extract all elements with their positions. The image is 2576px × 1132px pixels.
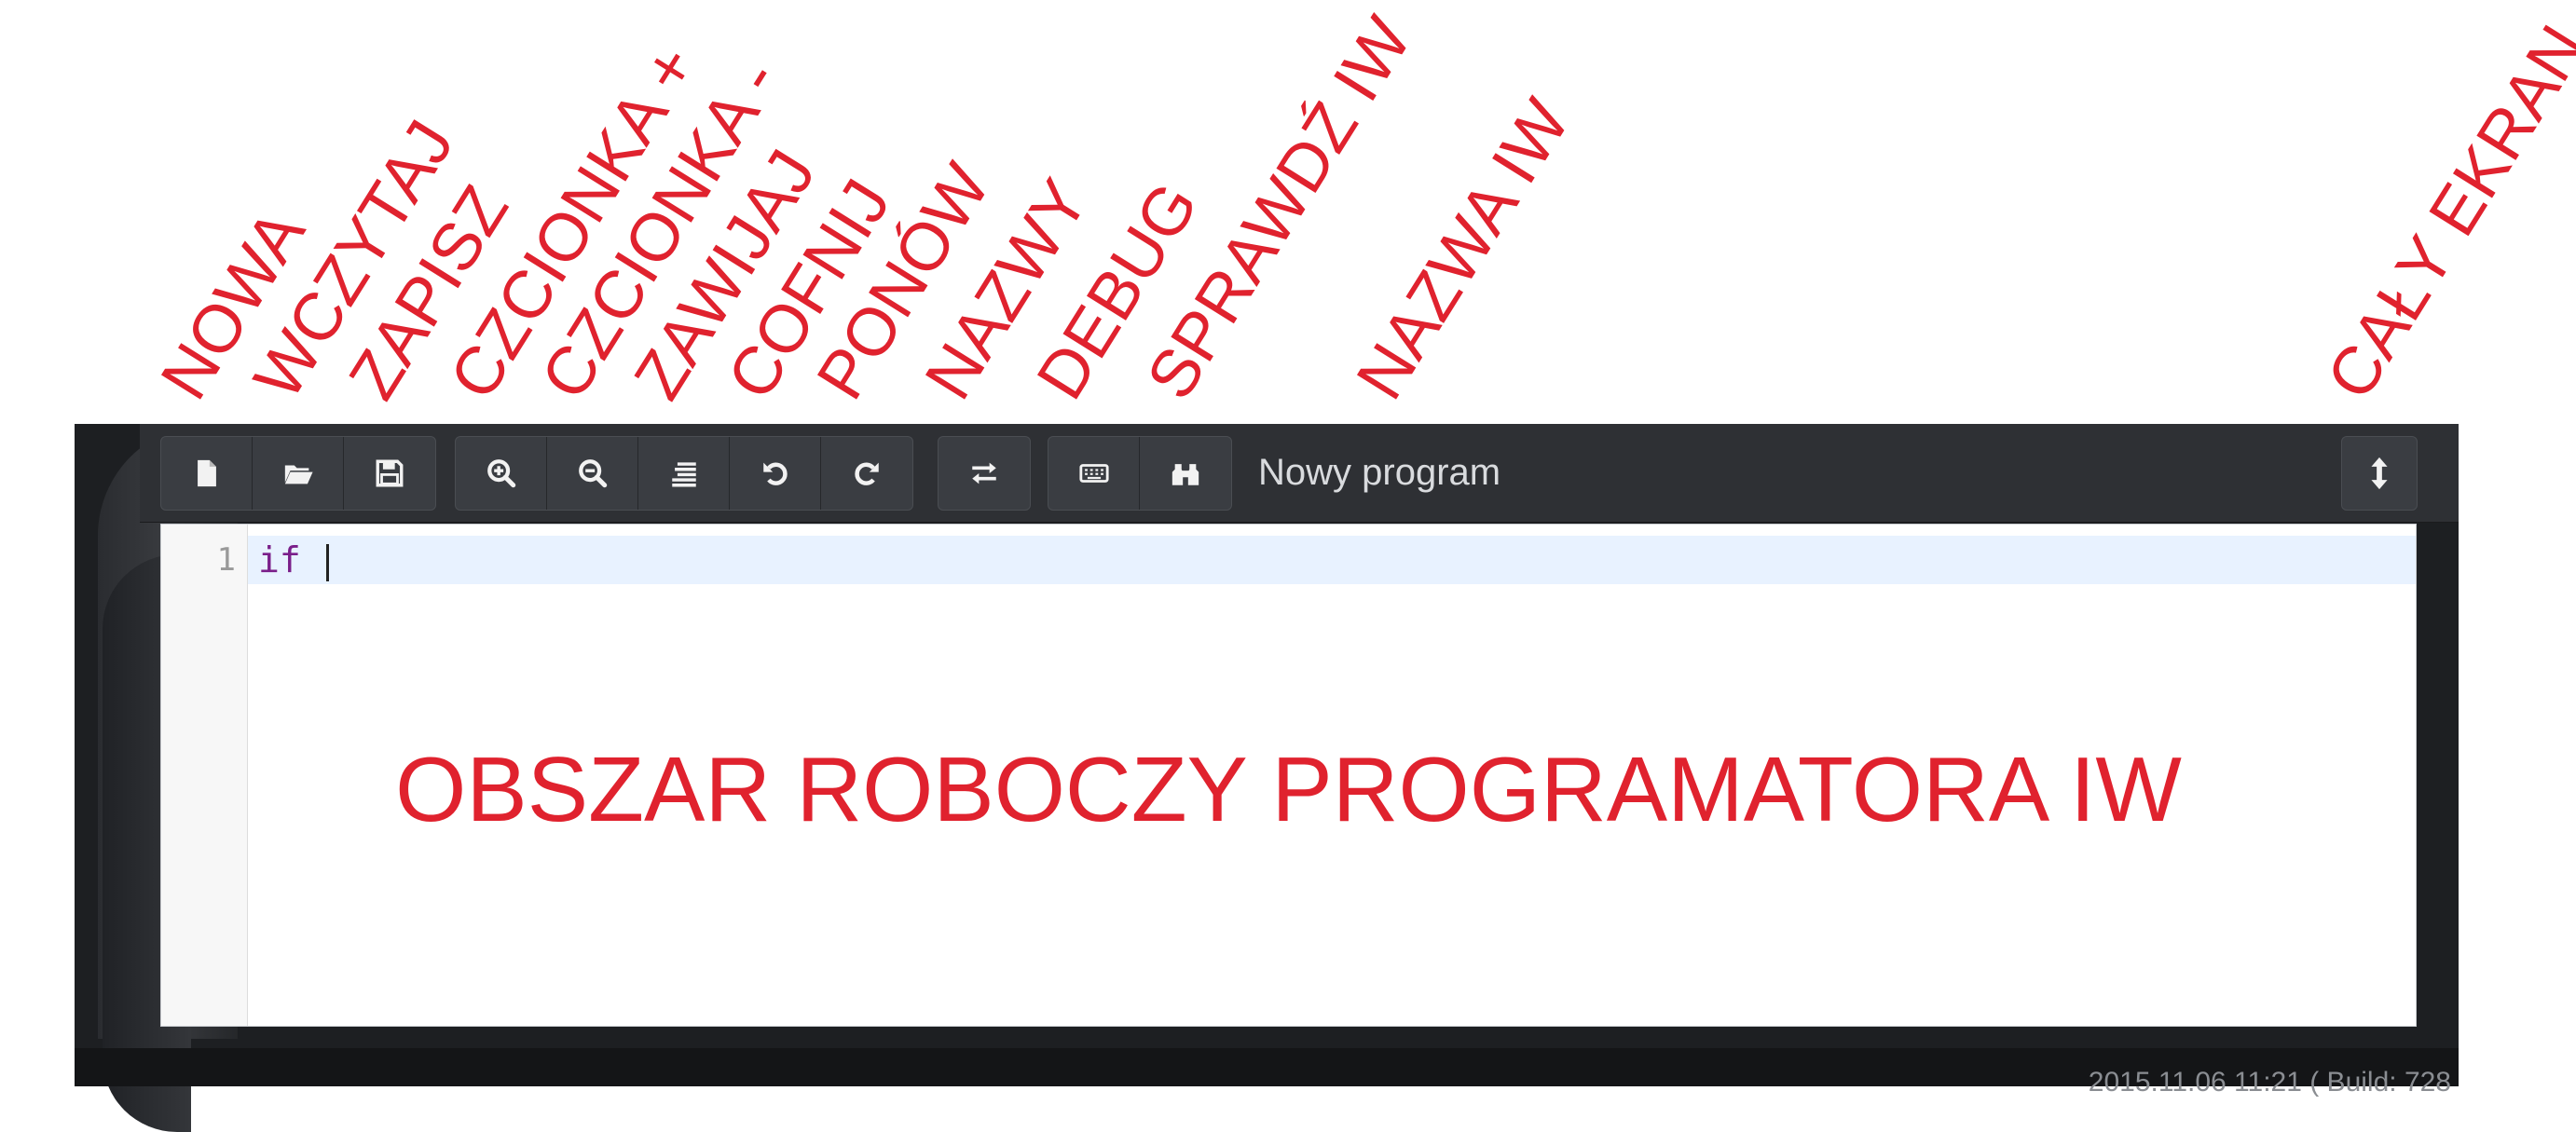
file-button-group xyxy=(160,436,436,511)
program-name[interactable]: Nowy program xyxy=(1258,444,1500,500)
build-status-text: 2015.11.06 11:21 ( Build: 728 xyxy=(2088,1067,2451,1098)
vertical-arrows-icon xyxy=(2371,457,2388,490)
font-plus-button[interactable] xyxy=(456,437,547,510)
save-icon xyxy=(376,459,404,487)
font-minus-button[interactable] xyxy=(547,437,638,510)
names-button[interactable] xyxy=(939,437,1030,510)
undo-button[interactable] xyxy=(730,437,821,510)
redo-icon xyxy=(855,462,879,485)
debug-button-group xyxy=(1048,436,1232,511)
annotation-fullscreen: CAŁY EKRAN xyxy=(2312,12,2576,413)
workspace-label: OBSZAR ROBOCZY PROGRAMATORA IW xyxy=(395,738,2182,840)
undo-icon xyxy=(762,462,788,485)
names-button-group xyxy=(938,436,1031,511)
editor-toolbar: Nowy program xyxy=(140,424,2459,523)
binoculars-icon xyxy=(1172,464,1199,485)
edit-button-group xyxy=(455,436,913,511)
folder-open-icon xyxy=(284,465,313,484)
text-cursor xyxy=(325,543,329,581)
check-button[interactable] xyxy=(1140,437,1231,510)
keyboard-icon xyxy=(1078,464,1109,483)
fullscreen-button[interactable] xyxy=(2341,436,2418,511)
wrap-lines-icon xyxy=(671,462,696,487)
code-line[interactable]: if xyxy=(258,536,329,584)
code-editor[interactable]: 1 if OBSZAR ROBOCZY PROGRAMATORA IW xyxy=(160,524,2417,1027)
zoom-out-icon xyxy=(578,459,607,488)
annotation-iw-name: NAZWA IW xyxy=(1342,87,1584,413)
zoom-in-icon xyxy=(486,459,515,488)
code-text: if xyxy=(258,539,322,580)
redo-button[interactable] xyxy=(821,437,912,510)
debug-button[interactable] xyxy=(1048,437,1140,510)
wrap-button[interactable] xyxy=(638,437,730,510)
new-button[interactable] xyxy=(161,437,253,510)
file-icon xyxy=(197,459,216,487)
open-button[interactable] xyxy=(253,437,344,510)
swap-icon xyxy=(972,462,996,484)
line-number: 1 xyxy=(216,541,236,579)
active-line-highlight xyxy=(248,536,2416,584)
save-button[interactable] xyxy=(344,437,435,510)
